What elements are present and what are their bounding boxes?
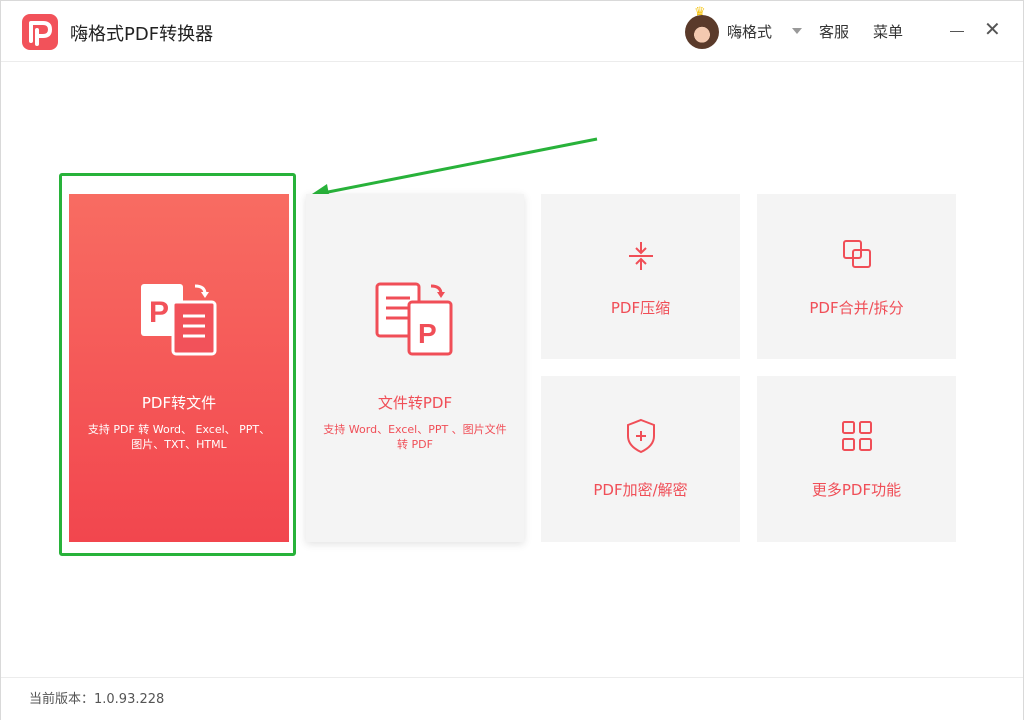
file-to-pdf-card[interactable]: P 文件转PDF 支持 Word、Excel、PPT 、图片文件转 PDF xyxy=(306,194,524,542)
card-description: 支持 Word、Excel、PPT 、图片文件转 PDF xyxy=(323,423,507,451)
card-label: PDF合并/拆分 xyxy=(809,299,904,317)
card-label: 文件转PDF xyxy=(377,394,453,412)
pdf-merge-split-card[interactable]: PDF合并/拆分 xyxy=(757,194,956,359)
shield-icon xyxy=(627,418,655,454)
selection-highlight xyxy=(59,173,296,556)
file-to-pdf-icon: P xyxy=(375,282,453,356)
more-pdf-functions-card[interactable]: 更多PDF功能 xyxy=(757,376,956,542)
merge-icon xyxy=(843,240,871,268)
compress-icon xyxy=(629,242,653,270)
card-label: PDF加密/解密 xyxy=(593,481,688,499)
pdf-compress-card[interactable]: PDF压缩 xyxy=(541,194,740,359)
app-window: 嗨格式PDF转换器 ♛ 嗨格式 客服 菜单 ✕ P PDF转文件 支持 PDF … xyxy=(0,0,1024,720)
card-label: 更多PDF功能 xyxy=(811,481,902,499)
svg-text:P: P xyxy=(418,318,437,349)
grid-icon xyxy=(842,421,872,451)
pdf-encrypt-card[interactable]: PDF加密/解密 xyxy=(541,376,740,542)
version-label: 当前版本：1.0.93.228 xyxy=(29,692,165,707)
status-bar: 当前版本：1.0.93.228 xyxy=(1,677,1023,720)
card-label: PDF压缩 xyxy=(610,299,671,317)
